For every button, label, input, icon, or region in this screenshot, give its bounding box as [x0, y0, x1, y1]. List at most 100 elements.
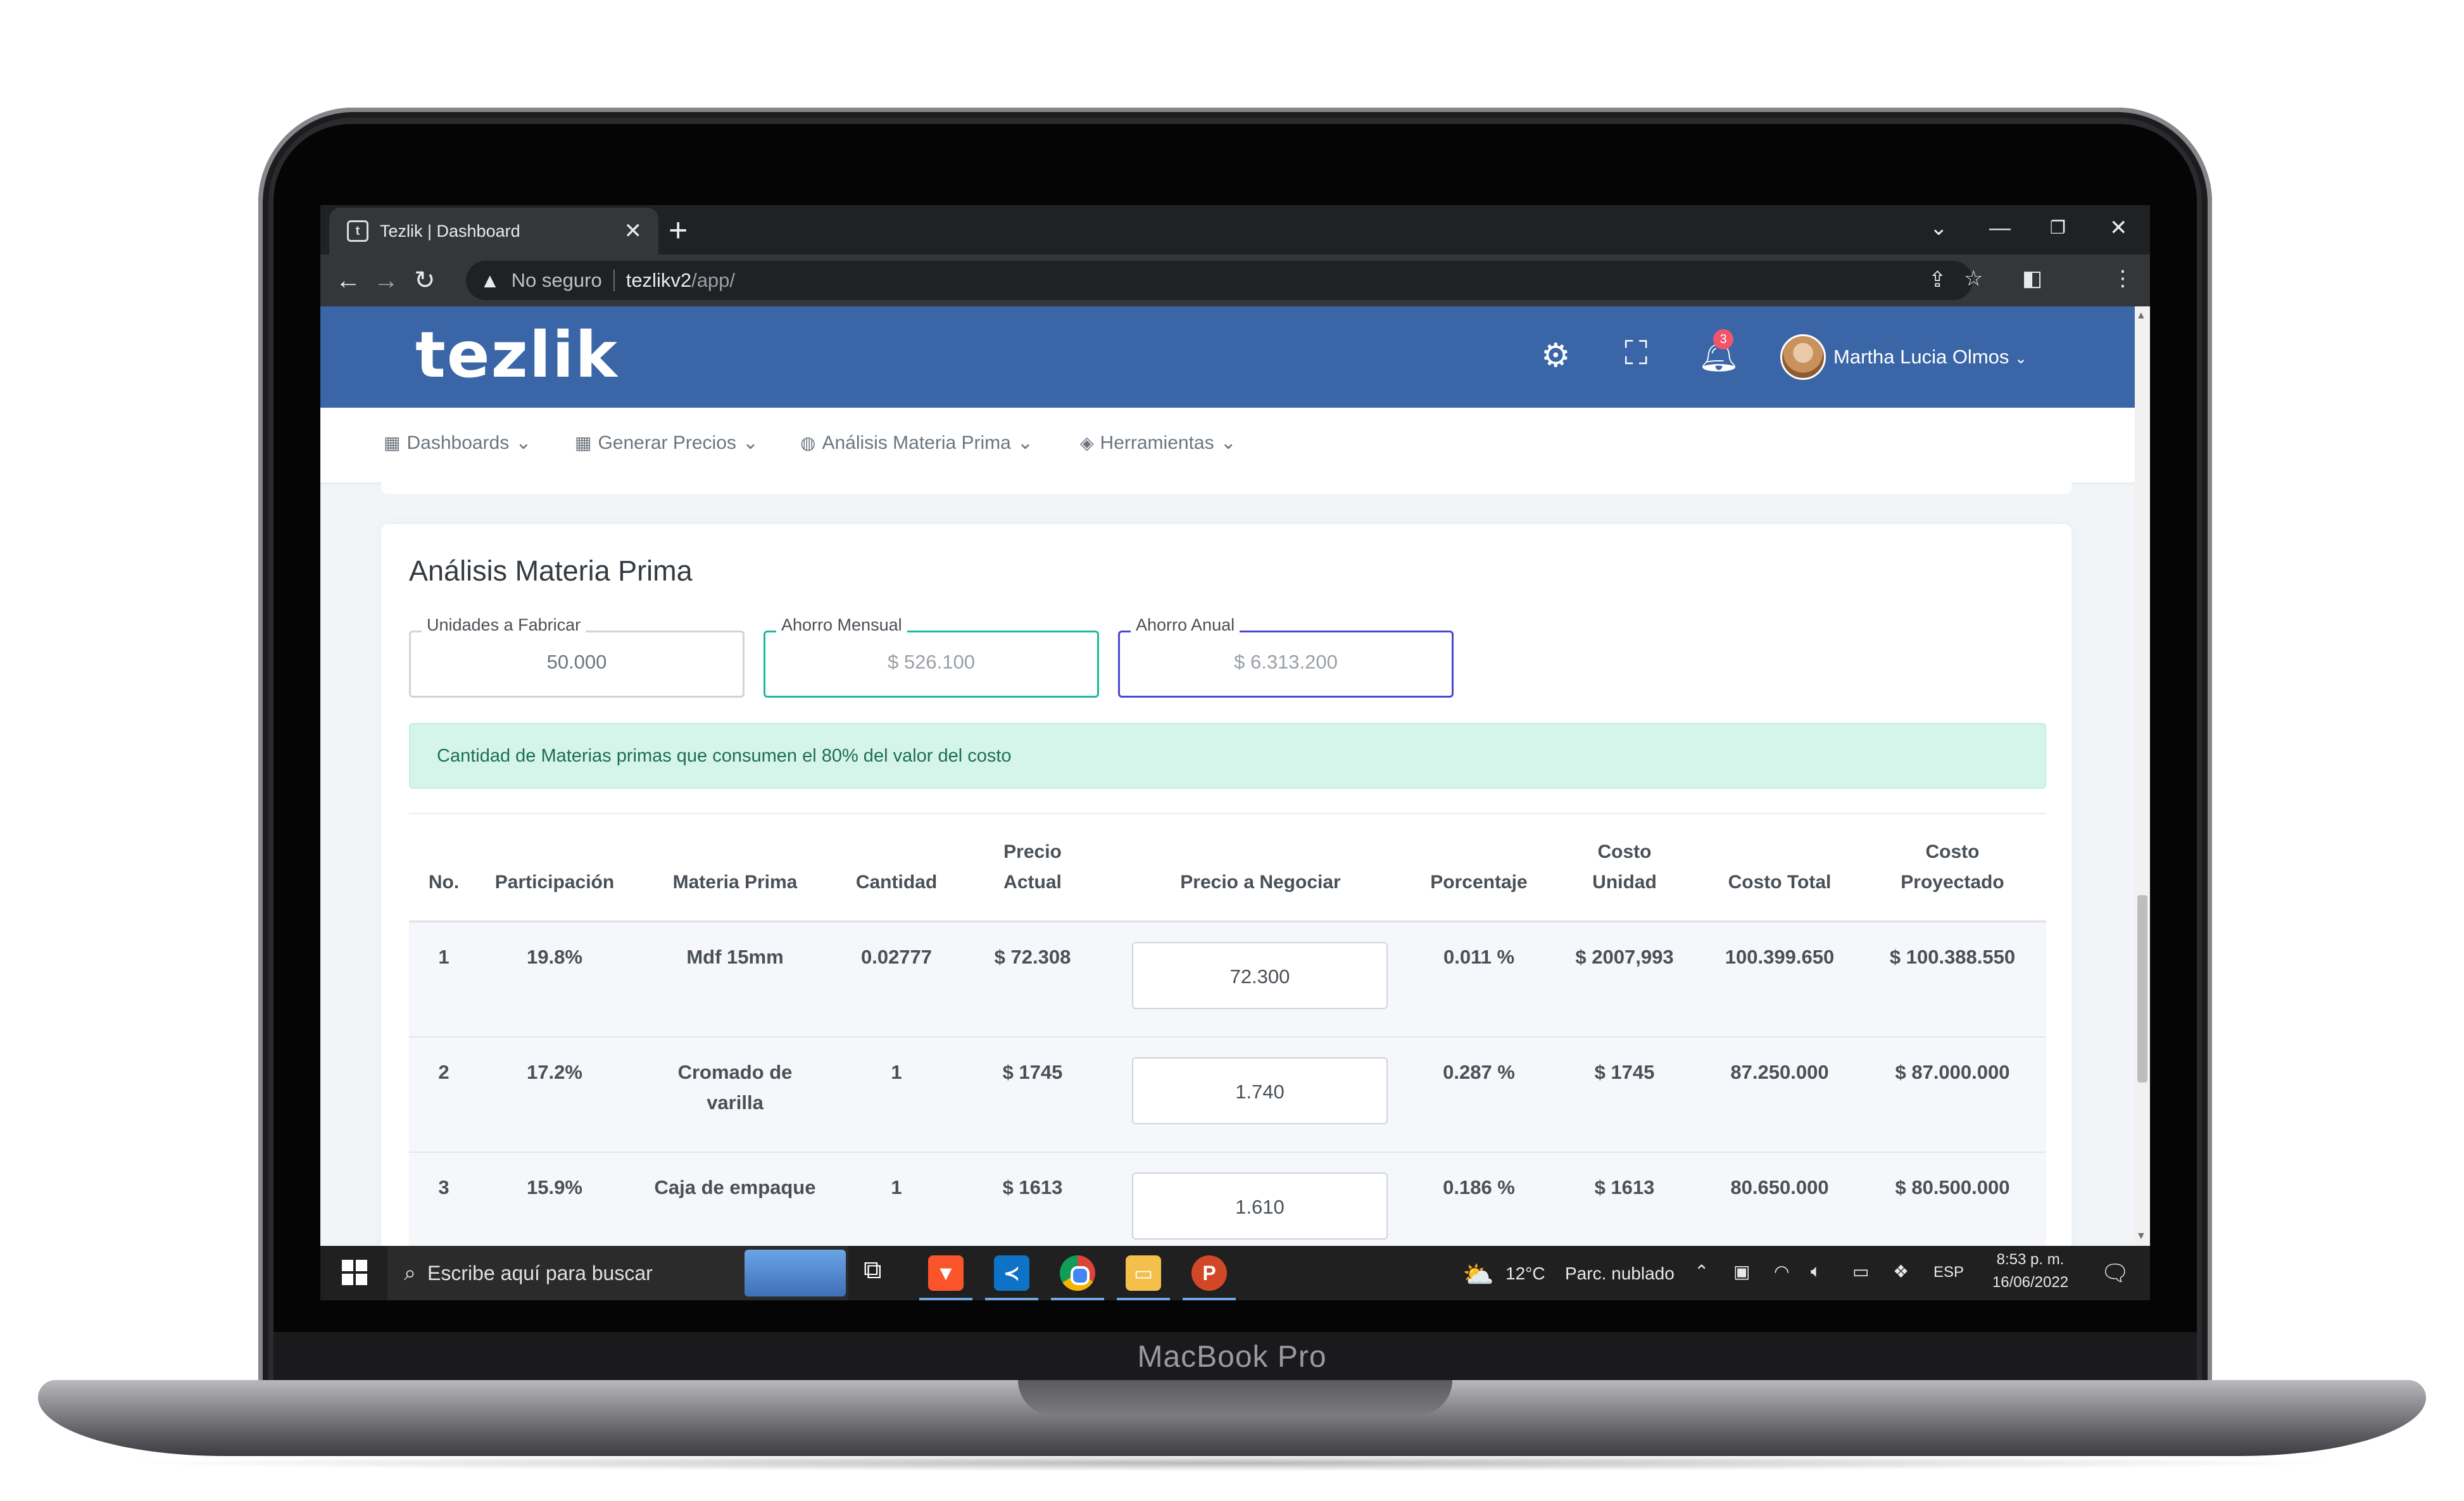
- unidades-label: Unidades a Fabricar: [422, 615, 586, 635]
- search-icon: ⌕: [404, 1260, 417, 1285]
- url-host: tezlikv2: [625, 269, 692, 291]
- avatar[interactable]: [1780, 334, 1826, 380]
- chevron-down-icon: ⌄: [2015, 350, 2028, 367]
- forward-arrow-icon[interactable]: →: [374, 254, 399, 306]
- cell-costo-unidad: $ 1745: [1594, 1061, 1655, 1083]
- chevron-up-icon[interactable]: ⌃: [1694, 1261, 1709, 1282]
- nav-analisis-materia-prima[interactable]: ◍ Análisis Materia Prima ⌄: [800, 432, 1033, 454]
- cell-costo-proyectado: $ 87.000.000: [1895, 1061, 2010, 1083]
- scroll-down-icon[interactable]: ▼: [2136, 1231, 2146, 1242]
- address-bar[interactable]: ▲ No seguro tezlikv2 /app/: [466, 261, 1973, 300]
- scrollbar-thumb[interactable]: [2137, 895, 2147, 1083]
- grid-icon: ▦: [575, 433, 592, 453]
- cell-materia-prima: Cromado de: [677, 1061, 793, 1083]
- chevron-down-icon: ⌄: [742, 432, 759, 453]
- reload-icon[interactable]: ↻: [414, 254, 436, 306]
- chevron-down-icon: ⌄: [1017, 432, 1033, 453]
- battery-icon[interactable]: ▭: [1852, 1261, 1869, 1282]
- tab-close-icon[interactable]: ✕: [624, 218, 643, 244]
- th-precio-actual-2: Actual: [1003, 872, 1062, 893]
- th-precio-negociar: Precio a Negociar: [1180, 872, 1341, 893]
- running-indicator: [919, 1298, 972, 1300]
- windows-start-icon[interactable]: [342, 1260, 367, 1285]
- nav-herramientas[interactable]: ◈ Herramientas ⌄: [1080, 432, 1236, 454]
- web-page: tezlik ⚙ ⛶ 🔔︎ 3 Martha Lucia Olmos ⌄ ▦ D…: [320, 306, 2135, 1246]
- kebab-menu-icon[interactable]: ⋮: [2112, 266, 2134, 291]
- chevron-down-icon[interactable]: ⌄: [1930, 210, 1948, 246]
- restore-icon[interactable]: ❐: [2050, 210, 2066, 246]
- cell-porcentaje: 0.186 %: [1443, 1176, 1515, 1198]
- brave-icon[interactable]: ▼: [928, 1255, 964, 1291]
- notifications-icon[interactable]: 🗨︎: [2101, 1260, 2130, 1286]
- cell-materia-prima-2: varilla: [707, 1091, 764, 1114]
- cell-costo-unidad: $ 1613: [1594, 1176, 1655, 1198]
- laptop-notch: [1018, 1380, 1452, 1416]
- layers-icon: ◈: [1080, 433, 1094, 453]
- device-icon[interactable]: ▣: [1733, 1261, 1750, 1282]
- wifi-icon[interactable]: ◠: [1774, 1261, 1789, 1282]
- running-indicator: [1117, 1298, 1170, 1300]
- user-name: Martha Lucia Olmos: [1833, 346, 2009, 368]
- th-costo-proyectado-2: Proyectado: [1901, 872, 2004, 893]
- cell-cantidad: 1: [891, 1176, 902, 1198]
- weather-icon[interactable]: ⛅: [1462, 1260, 1494, 1290]
- page-scrollbar[interactable]: [2135, 306, 2150, 1246]
- file-explorer-icon[interactable]: ▭: [1126, 1255, 1161, 1291]
- nav-dashboards[interactable]: ▦ Dashboards ⌄: [384, 432, 531, 454]
- clock-date[interactable]: 16/06/2022: [1989, 1274, 2071, 1291]
- chrome-center-icon: [1071, 1266, 1090, 1285]
- precio-negociar-input[interactable]: 1.740: [1132, 1057, 1388, 1124]
- precio-negociar-input[interactable]: 1.610: [1132, 1172, 1388, 1240]
- search-placeholder: Escribe aquí para buscar: [427, 1261, 653, 1284]
- window-close-icon[interactable]: ✕: [2109, 210, 2128, 246]
- nav-label: Análisis Materia Prima: [822, 432, 1011, 453]
- chevron-down-icon: ⌄: [1220, 432, 1236, 453]
- cell-costo-total: 100.399.650: [1725, 946, 1835, 968]
- weather-temp[interactable]: 12°C: [1505, 1264, 1545, 1284]
- info-alert: Cantidad de Materias primas que consumen…: [409, 723, 2046, 789]
- th-cantidad: Cantidad: [855, 872, 938, 893]
- vscode-icon[interactable]: ≺: [994, 1255, 1029, 1291]
- user-menu[interactable]: Martha Lucia Olmos ⌄: [1833, 346, 2027, 368]
- search-highlight-image: [745, 1250, 846, 1297]
- security-label[interactable]: No seguro: [512, 269, 602, 292]
- task-view-icon[interactable]: ⧉: [864, 1256, 882, 1284]
- powerpoint-icon[interactable]: P: [1191, 1255, 1227, 1291]
- running-indicator: [1051, 1298, 1104, 1300]
- weather-desc[interactable]: Parc. nublado: [1565, 1264, 1675, 1284]
- th-costo-unidad-1: Costo: [1597, 841, 1652, 862]
- globe-icon: ◍: [800, 433, 816, 453]
- nav-label: Herramientas: [1100, 432, 1214, 453]
- nav-generar-precios[interactable]: ▦ Generar Precios ⌄: [575, 432, 758, 454]
- chevron-down-icon: ⌄: [515, 432, 532, 453]
- scroll-up-icon[interactable]: ▲: [2136, 310, 2146, 322]
- gear-icon[interactable]: ⚙: [1541, 337, 1571, 375]
- fullscreen-icon[interactable]: ⛶: [1625, 334, 1647, 373]
- th-costo-total: Costo Total: [1728, 872, 1832, 893]
- dropbox-icon[interactable]: ❖: [1893, 1261, 1909, 1282]
- url-path: /app/: [691, 269, 736, 291]
- minimize-icon[interactable]: —: [1989, 210, 2011, 246]
- share-icon[interactable]: ⇪: [1928, 267, 1947, 292]
- browser-tab[interactable]: t Tezlik | Dashboard ✕: [329, 208, 658, 254]
- app-logo[interactable]: tezlik: [415, 318, 619, 392]
- precio-negociar-input[interactable]: 72.300: [1132, 942, 1388, 1009]
- th-porcentaje: Porcentaje: [1430, 872, 1528, 893]
- star-icon[interactable]: ☆: [1964, 266, 1983, 291]
- sidebar-icon[interactable]: ◧: [2022, 266, 2042, 291]
- cell-participacion: 17.2%: [527, 1061, 582, 1083]
- th-no: No.: [428, 872, 460, 893]
- th-participacion: Participación: [494, 872, 615, 893]
- cell-participacion: 19.8%: [527, 946, 582, 968]
- back-arrow-icon[interactable]: ←: [336, 254, 361, 306]
- cell-porcentaje: 0.287 %: [1443, 1061, 1515, 1083]
- clock-time[interactable]: 8:53 p. m.: [1989, 1251, 2071, 1269]
- cell-costo-unidad: $ 2007,993: [1575, 946, 1674, 968]
- screen: t Tezlik | Dashboard ✕ + ⌄ — ❐ ✕ ← → ↻ ▲…: [320, 205, 2150, 1300]
- new-tab-button[interactable]: +: [669, 213, 688, 248]
- nav-label: Generar Precios: [598, 432, 736, 453]
- volume-icon[interactable]: 🔈︎: [1811, 1261, 1821, 1282]
- language-indicator[interactable]: ESP: [1933, 1264, 1964, 1281]
- divider: [409, 813, 2046, 814]
- grid-icon: ▦: [384, 433, 401, 453]
